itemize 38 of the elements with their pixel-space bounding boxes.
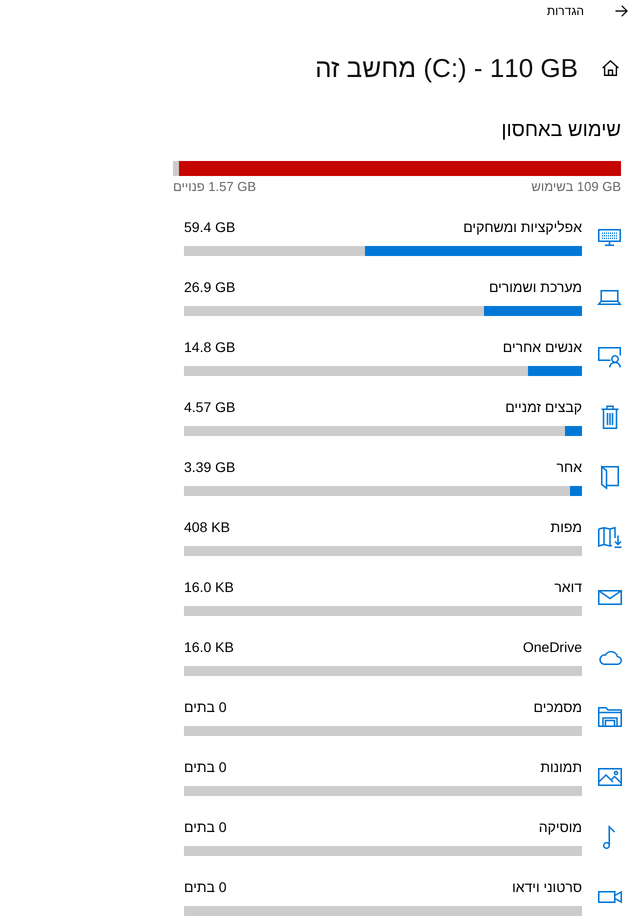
cloud-icon — [598, 650, 622, 664]
category-label[interactable]: מוסיקה — [538, 818, 582, 836]
category-label[interactable]: OneDrive — [522, 638, 582, 656]
page-title: מחשב זה (C:) - 110 GB — [315, 52, 578, 84]
category-size: 59.4 GB — [184, 218, 236, 236]
category-size: 16.0 KB — [184, 578, 234, 596]
category-size: 4.57 GB — [184, 398, 236, 416]
category-label[interactable]: סרטוני וידאו — [512, 878, 582, 896]
category-label[interactable]: אחר — [556, 458, 582, 476]
category-size: 14.8 GB — [184, 338, 236, 356]
category-label[interactable]: קבצים זמניים — [505, 398, 582, 416]
laptop-icon — [598, 290, 621, 304]
back-button[interactable] — [615, 5, 628, 17]
monitor-person-icon — [598, 346, 621, 368]
section-heading: שימוש באחסון — [500, 118, 621, 143]
door-icon — [600, 466, 618, 488]
app-title: הגדרות — [546, 4, 584, 18]
arrow-icon — [615, 5, 628, 17]
video-camera-icon — [598, 891, 622, 903]
folder-icon — [598, 707, 622, 727]
home-icon — [602, 60, 619, 76]
category-label[interactable]: תמונות — [540, 758, 582, 776]
category-size: 26.9 GB — [184, 278, 236, 296]
music-note-icon — [603, 826, 616, 848]
category-label[interactable]: מערכת ושמורים — [488, 278, 582, 296]
category-label[interactable]: מסמכים — [534, 698, 582, 716]
category-label[interactable]: אנשים אחרים — [502, 338, 582, 356]
category-size: 408 KB — [184, 518, 230, 536]
category-label[interactable]: אפליקציות ומשחקים — [463, 218, 582, 236]
mail-icon — [598, 590, 622, 604]
trash-icon — [600, 405, 618, 429]
category-size: 16.0 KB — [184, 638, 234, 656]
category-label[interactable]: דואר — [554, 578, 582, 596]
image-icon — [598, 768, 622, 786]
category-size: 3.39 GB — [184, 458, 236, 476]
map-download-icon — [598, 526, 622, 548]
monitor-keyboard-icon — [598, 228, 621, 246]
category-label[interactable]: מפות — [550, 518, 582, 536]
